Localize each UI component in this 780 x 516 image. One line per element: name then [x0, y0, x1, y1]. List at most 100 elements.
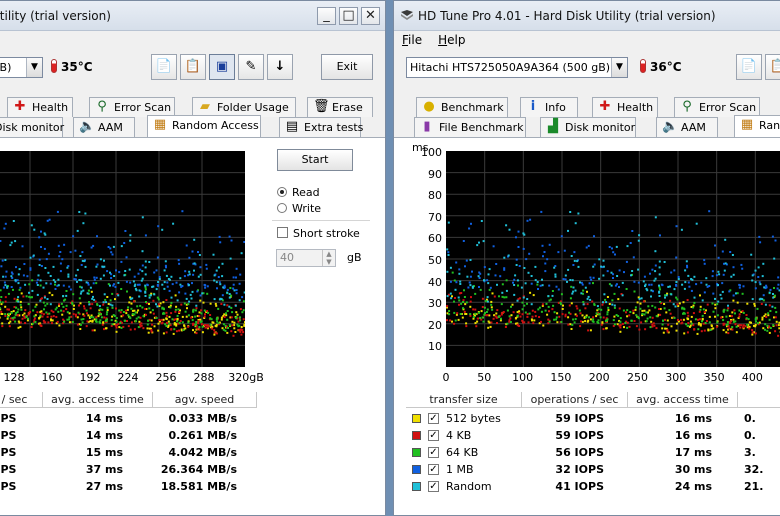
access-sample-point — [723, 322, 726, 325]
tab-disk-monitor[interactable]: Disk monitor — [0, 117, 64, 137]
series-checkbox[interactable]: ✓ — [428, 447, 439, 458]
y-tick: 50 — [428, 254, 442, 267]
tab-folder-usage[interactable]: ▰ Folder Usage — [192, 97, 296, 117]
access-sample-point — [178, 291, 181, 294]
drive-select[interactable]: Hitachi HTS725050A9A364 (500 gB) ▼ — [406, 57, 628, 78]
access-sample-point — [553, 311, 556, 314]
series-checkbox[interactable]: ✓ — [428, 481, 439, 492]
access-sample-point — [164, 260, 167, 263]
series-checkbox[interactable]: ✓ — [428, 413, 439, 424]
access-sample-point — [185, 244, 188, 247]
access-sample-point — [206, 285, 209, 288]
tab-random-access[interactable]: ▦ Ran — [734, 115, 780, 137]
copy-screenshot-button[interactable]: 📋 — [180, 54, 206, 80]
drive-select[interactable]: GB) ▼ — [0, 57, 43, 78]
access-sample-point — [170, 296, 173, 299]
access-sample-point — [487, 326, 490, 329]
read-radio[interactable]: Read — [277, 186, 320, 199]
access-sample-point — [635, 314, 638, 317]
tab-aam[interactable]: 🔈 AAM — [656, 117, 718, 137]
save-icon: ▣ — [215, 59, 229, 74]
minimize-button[interactable]: _ — [317, 7, 336, 25]
start-button[interactable]: Start — [277, 149, 353, 171]
save-button[interactable]: ▣ — [209, 54, 235, 80]
access-sample-point — [54, 281, 57, 283]
access-sample-point — [217, 276, 220, 278]
tab-benchmark[interactable]: ● Benchmark — [416, 97, 508, 117]
copy-image-icon: 📋 — [770, 59, 780, 74]
access-sample-point — [692, 306, 695, 309]
access-sample-point — [19, 325, 22, 328]
tab-random-access[interactable]: ▦ Random Access — [147, 115, 261, 137]
tab-file-benchmark[interactable]: ▮ File Benchmark — [414, 117, 526, 137]
access-sample-point — [733, 309, 736, 312]
access-sample-point — [2, 275, 5, 278]
access-sample-point — [187, 321, 190, 324]
random-access-icon: ▦ — [740, 117, 754, 132]
access-sample-point — [138, 320, 141, 323]
tab-health[interactable]: ✚ Health — [592, 97, 658, 117]
tab-error-scan[interactable]: ⚲ Error Scan — [89, 97, 175, 117]
copy-screenshot-button[interactable]: 📋 — [765, 54, 780, 80]
access-sample-point — [637, 281, 640, 284]
options-button[interactable]: ✎ — [238, 54, 264, 80]
access-sample-point — [748, 321, 751, 324]
copy-text-button[interactable]: 📄 — [151, 54, 177, 80]
access-sample-point — [17, 273, 20, 276]
access-sample-point — [474, 308, 477, 311]
exit-button[interactable]: Exit — [321, 54, 373, 80]
access-sample-point — [541, 284, 544, 287]
close-button[interactable]: ✕ — [361, 7, 380, 25]
access-sample-point — [232, 276, 235, 279]
access-sample-point — [16, 314, 19, 317]
access-sample-point — [66, 266, 69, 269]
access-sample-point — [590, 278, 593, 281]
write-radio[interactable]: Write — [277, 202, 321, 215]
access-sample-point — [161, 306, 164, 309]
access-sample-point — [768, 331, 771, 334]
access-sample-point — [31, 289, 34, 292]
access-sample-point — [632, 312, 635, 315]
tab-error-scan[interactable]: ⚲ Error Scan — [674, 97, 760, 117]
tab-extra-tests[interactable]: ▤ Extra tests — [279, 117, 363, 137]
tab-health[interactable]: ✚ Health — [7, 97, 73, 117]
access-sample-point — [705, 277, 708, 280]
maximize-button[interactable]: □ — [339, 7, 358, 25]
access-sample-point — [165, 274, 168, 277]
menu-file[interactable]: File — [402, 31, 422, 49]
access-sample-point — [521, 308, 524, 311]
tab-info[interactable]: i Info — [520, 97, 578, 117]
short-stroke-checkbox[interactable]: Short stroke — [277, 227, 360, 240]
tab-erase[interactable]: 🗑 Erase — [307, 97, 373, 117]
access-sample-point — [469, 313, 472, 316]
menu-help[interactable]: Help — [438, 31, 465, 49]
access-sample-point — [230, 316, 233, 319]
access-sample-point — [457, 296, 460, 299]
stroke-size-spinner[interactable]: 40 ▲ ▼ — [276, 249, 336, 267]
access-sample-point — [28, 283, 31, 286]
series-checkbox[interactable]: ✓ — [428, 430, 439, 441]
access-sample-point — [153, 271, 156, 274]
access-sample-point — [3, 281, 6, 284]
access-sample-point — [477, 317, 479, 320]
access-sample-point — [738, 315, 741, 318]
access-sample-point — [675, 225, 678, 228]
access-sample-point — [69, 288, 72, 291]
series-checkbox[interactable]: ✓ — [428, 464, 439, 475]
tab-aam[interactable]: 🔈 AAM — [73, 117, 135, 137]
access-sample-point — [522, 296, 525, 299]
access-sample-point — [777, 334, 780, 337]
access-sample-point — [203, 309, 206, 312]
access-sample-point — [589, 318, 592, 321]
download-button[interactable]: ↓ — [267, 54, 293, 80]
right-tabs-row2: ▮ File Benchmark ▟ Disk monitor 🔈 AAM ▦ Ran — [394, 115, 780, 138]
access-sample-point — [238, 329, 241, 332]
access-sample-point — [157, 281, 160, 283]
access-sample-point — [601, 303, 604, 306]
access-sample-point — [478, 286, 480, 288]
copy-text-button[interactable]: 📄 — [736, 54, 762, 80]
access-sample-point — [49, 275, 52, 277]
access-sample-point — [198, 315, 201, 318]
tab-disk-monitor[interactable]: ▟ Disk monitor — [540, 117, 636, 137]
access-sample-point — [639, 307, 642, 310]
